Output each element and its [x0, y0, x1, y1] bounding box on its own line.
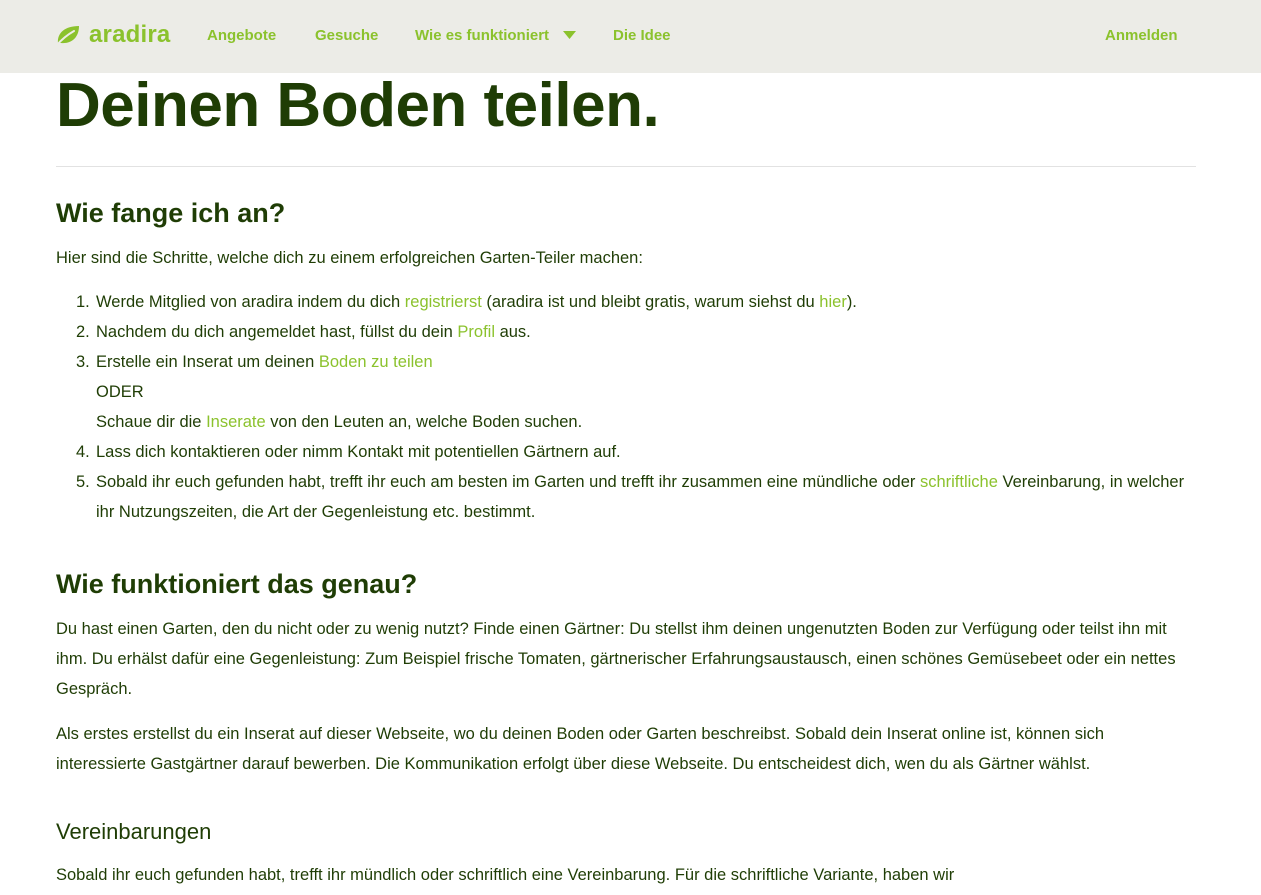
- list-item: 3. Erstelle ein Inserat um deinen Boden …: [56, 347, 1196, 437]
- step-number: 4.: [76, 443, 90, 461]
- step-number: 2.: [76, 323, 90, 341]
- step-text: ).: [846, 293, 857, 311]
- step-text: aus.: [494, 323, 531, 341]
- steps-list: 1. Werde Mitglied von aradira indem du d…: [56, 287, 1196, 527]
- list-item: 5. Sobald ihr euch gefunden habt, trefft…: [56, 467, 1196, 527]
- step-text: Nachdem du dich angemeldet hast, füllst …: [96, 323, 458, 341]
- section-heading-agreements: Vereinbarungen: [56, 819, 212, 844]
- title-divider: [56, 166, 1196, 167]
- step-text: (aradira ist und bleibt gratis, warum si…: [481, 293, 820, 311]
- page-title: Deinen Boden teilen.: [56, 71, 660, 140]
- step-text: Schaue dir die: [96, 413, 207, 431]
- step-text: Werde Mitglied von aradira indem du dich: [96, 293, 405, 311]
- step-text: Sobald ihr euch gefunden habt, trefft ih…: [96, 473, 920, 491]
- leaf-icon: [56, 26, 79, 46]
- share-land-link[interactable]: Boden zu teilen: [319, 353, 433, 371]
- listings-link[interactable]: Inserate: [206, 413, 266, 431]
- register-link[interactable]: registrierst: [405, 293, 482, 311]
- step-text: Lass dich kontaktieren oder nimm Kontakt…: [96, 443, 621, 461]
- step-text: von den Leuten an, welche Boden suchen.: [265, 413, 583, 431]
- login-link[interactable]: Anmelden: [1105, 27, 1178, 44]
- step-number: 5.: [76, 473, 90, 491]
- nav-requests-link[interactable]: Gesuche: [315, 27, 378, 44]
- step-or-text: ODER: [96, 383, 144, 401]
- step-number: 3.: [76, 353, 90, 371]
- profile-link[interactable]: Profil: [457, 323, 495, 341]
- nav-idea-link[interactable]: Die Idee: [613, 27, 671, 44]
- list-item: 1. Werde Mitglied von aradira indem du d…: [56, 287, 1196, 317]
- why-free-link[interactable]: hier: [819, 293, 847, 311]
- step-text: Erstelle ein Inserat um deinen: [96, 353, 319, 371]
- step-number: 1.: [76, 293, 90, 311]
- written-agreement-link[interactable]: schriftliche: [920, 473, 998, 491]
- list-item: 2. Nachdem du dich angemeldet hast, füll…: [56, 317, 1196, 347]
- how-it-works-paragraph-2: Als erstes erstellst du ein Inserat auf …: [56, 725, 1105, 773]
- top-navigation-bar: aradira Angebote Gesuche Wie es funktion…: [0, 0, 1261, 73]
- list-item: 4. Lass dich kontaktieren oder nimm Kont…: [56, 437, 1196, 467]
- how-it-works-paragraph-1: Du hast einen Garten, den du nicht oder …: [56, 620, 1176, 698]
- brand-logo-link[interactable]: aradira: [55, 20, 170, 50]
- brand-name: aradira: [89, 21, 171, 48]
- agreements-paragraph: Sobald ihr euch gefunden habt, trefft ih…: [56, 866, 955, 884]
- nav-how-it-works-dropdown[interactable]: Wie es funktioniert: [415, 27, 577, 44]
- section-heading-getting-started: Wie fange ich an?: [56, 198, 286, 228]
- section-heading-how-it-works: Wie funktioniert das genau?: [56, 569, 418, 599]
- steps-intro: Hier sind die Schritte, welche dich zu e…: [56, 249, 643, 267]
- nav-offers-link[interactable]: Angebote: [207, 27, 276, 44]
- chevron-down-icon: [563, 27, 577, 44]
- nav-how-it-works-label: Wie es funktioniert: [415, 27, 550, 44]
